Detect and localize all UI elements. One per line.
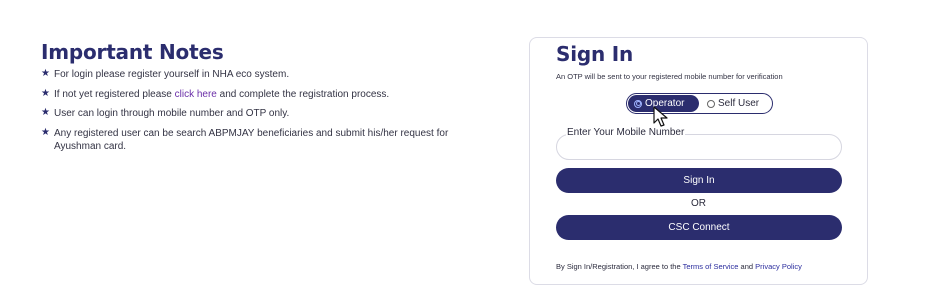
star-icon: ★ [41,107,50,118]
note-item: ★ Any registered user can be search ABPM… [41,127,461,153]
star-icon: ★ [41,68,50,79]
note-text-before: If not yet registered please [54,88,175,100]
click-here-link[interactable]: click here [175,89,217,100]
note-text: Any registered user can be search ABPMJA… [54,127,449,152]
star-icon: ★ [41,126,50,138]
self-user-option[interactable]: Self User [707,95,771,112]
note-item: ★ If not yet registered please click her… [41,88,461,101]
note-item: ★ For login please register yourself in … [41,68,461,81]
terms-of-service-link[interactable]: Terms of Service [683,262,739,271]
radio-selected-icon [634,99,642,108]
note-text: For login please register yourself in NH… [54,69,290,80]
terms-prefix: By Sign In/Registration, I agree to the [556,262,683,271]
note-text: User can login through mobile number and… [54,108,290,119]
star-icon: ★ [41,87,50,99]
radio-unselected-icon [707,99,715,108]
or-divider: OR [691,198,706,209]
signin-title: Sign In [556,42,634,66]
terms-and: and [738,262,756,271]
csc-connect-button[interactable]: CSC Connect [556,215,842,240]
signin-card: Sign In An OTP will be sent to your regi… [529,37,868,285]
privacy-policy-link[interactable]: Privacy Policy [755,262,802,271]
note-text-after: and complete the registration process. [216,88,390,100]
user-type-toggle: Operator Self User [626,93,773,114]
notes-list: ★ For login please register yourself in … [41,68,461,153]
mobile-number-label: Enter Your Mobile Number [566,127,686,138]
mouse-pointer-icon [653,106,668,127]
self-user-label: Self User [718,98,760,109]
signin-button[interactable]: Sign In [556,168,842,193]
important-notes: Important Notes ★ For login please regis… [41,40,461,159]
note-item: ★ User can login through mobile number a… [41,107,461,120]
terms-text: By Sign In/Registration, I agree to the … [556,262,802,271]
otp-info-text: An OTP will be sent to your registered m… [556,72,783,81]
notes-title: Important Notes [41,40,224,64]
